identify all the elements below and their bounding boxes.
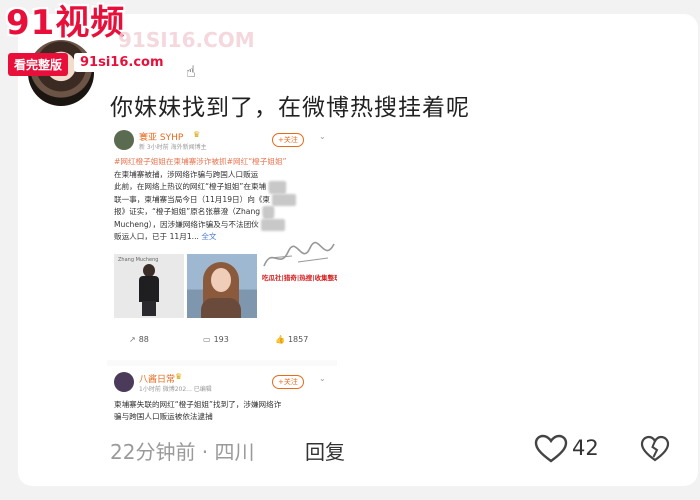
crown-icon: ♛: [193, 130, 201, 139]
signature-watermark: [262, 236, 337, 276]
image-caption: Zhang Mucheng: [118, 257, 159, 263]
crown-icon: ♛: [175, 372, 183, 381]
post-line: 骗与跨国人口贩运被依法逮捕: [114, 412, 213, 421]
heart-outline-icon[interactable]: [534, 434, 568, 464]
thumb-up-icon: 👍: [275, 335, 285, 344]
watermark-ghost-text: 91SI16.COM: [118, 28, 255, 52]
post-image-arrest[interactable]: Zhang Mucheng: [114, 254, 184, 318]
more-icon[interactable]: ⌄: [319, 374, 326, 383]
post-line: 报》证实，“橙子姐姐”原名张慕澄（Zhang ██: [114, 206, 330, 219]
like-count-small[interactable]: 👍 1857: [275, 335, 308, 344]
repost-count[interactable]: ↗ 88: [129, 335, 149, 344]
reply-button[interactable]: 回复: [305, 436, 345, 465]
comment-icon: ▭: [203, 335, 211, 344]
follow-button[interactable]: +关注: [272, 133, 304, 147]
watermark: 91视频 91SI16.COM 看完整版 91si16.com ☝: [0, 0, 255, 90]
post-meta: 新 3小时前 海外新闻博主: [139, 144, 207, 151]
like-count: 42: [572, 436, 599, 460]
post-stats: ↗ 88 ▭ 193 👍 1857: [107, 331, 337, 351]
broken-heart-icon[interactable]: [640, 434, 670, 464]
embedded-screenshot[interactable]: 寰亚 SYHP ♛ 新 3小时前 海外新闻博主 +关注 ⌄ #网红橙子姐姐在柬埔…: [107, 124, 337, 440]
hand-pointer-icon: ☝: [186, 62, 196, 81]
weibo-post: 寰亚 SYHP ♛ 新 3小时前 海外新闻博主 +关注 ⌄ #网红橙子姐姐在柬埔…: [107, 124, 337, 360]
full-text-link[interactable]: 全文: [201, 232, 216, 241]
post-line: 此前，在网络上热议的网红“橙子姐姐”在柬埔 ███: [114, 181, 330, 194]
share-icon: ↗: [129, 335, 136, 344]
post-hashtags[interactable]: #网红橙子姐姐在柬埔寨涉诈被抓#网红“橙子姐姐”: [114, 156, 330, 169]
watermark-url[interactable]: 91si16.com: [74, 53, 170, 72]
comment-text: 你妹妹找到了，在微博热搜挂着呢: [110, 95, 470, 121]
signature-text: 吃瓜社|猎奇|热搜|收集整理: [262, 274, 337, 282]
more-icon[interactable]: ⌄: [319, 132, 326, 141]
post-body: #网红橙子姐姐在柬埔寨涉诈被抓#网红“橙子姐姐” 在柬埔寨被捕，涉网络诈骗与跨国…: [114, 156, 330, 244]
follow-button[interactable]: +关注: [272, 375, 304, 389]
post-image-portrait[interactable]: [187, 254, 257, 318]
weibo-post: 八酱日常 ♛ 1小时前 微博202... 已编辑 +关注 ⌄ 柬埔寨失联的网红“…: [107, 366, 337, 440]
post-line: Mucheng），因涉嫌网络诈骗及与不法团伙 ████: [114, 218, 330, 231]
post-meta: 1小时前 微博202... 已编辑: [139, 386, 212, 393]
post-avatar: [114, 372, 134, 392]
comment-time-location: 22分钟前 · 四川: [110, 440, 255, 464]
person-figure: [138, 264, 160, 316]
post-line: 联一事，柬埔寨当局今日（11月19日）向《柬 ████: [114, 193, 330, 206]
comment-count[interactable]: ▭ 193: [203, 335, 229, 344]
post-body: 柬埔寨失联的网红“橙子姐姐”找到了，涉嫌网络诈 骗与跨国人口贩运被依法逮捕: [114, 399, 330, 423]
post-line: 柬埔寨失联的网红“橙子姐姐”找到了，涉嫌网络诈: [114, 400, 282, 409]
watermark-badge[interactable]: 看完整版: [8, 53, 69, 76]
watermark-logo: 91视频: [6, 3, 126, 43]
post-line: 在柬埔寨被捕，涉网络诈骗与跨国人口贩运: [114, 169, 259, 179]
post-avatar: [114, 130, 134, 150]
